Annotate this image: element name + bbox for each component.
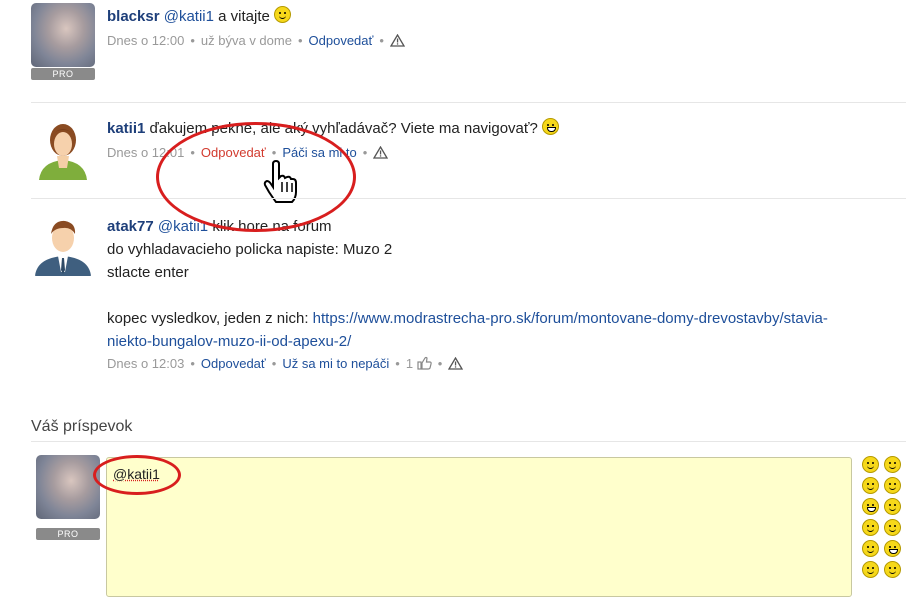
comment-3-unlike-link[interactable]: Už sa mi to nepáči: [282, 356, 389, 371]
comment-1-body: blacksr @katii1 a vitajte: [107, 6, 291, 25]
comment-1-reply-link[interactable]: Odpovedať: [309, 33, 374, 48]
warning-icon[interactable]: [373, 146, 388, 162]
forum-link-continued[interactable]: niekto-bungalov-muzo-ii-od-apexu-2/: [107, 333, 351, 350]
comment-3-line-2: do vyhladavacieho policka napiste: Muzo …: [107, 238, 897, 261]
tongue-smiley-icon[interactable]: [884, 477, 901, 494]
comment-3-meta: Dnes o 12:03 • Odpovedať • Už sa mi to nepáč…: [107, 356, 463, 373]
divider: [31, 198, 906, 199]
avatar-atak77[interactable]: [31, 212, 95, 276]
comment-3-reply-link[interactable]: Odpovedať: [201, 356, 266, 371]
laugh-smiley-icon[interactable]: [884, 561, 901, 578]
angry-smiley-icon[interactable]: [862, 498, 879, 515]
avatar-katii1[interactable]: [31, 116, 95, 180]
neutral-smiley-icon[interactable]: [862, 540, 879, 557]
sad-smiley-icon[interactable]: [862, 477, 879, 494]
comment-1-time: Dnes o 12:00: [107, 33, 184, 48]
thumbs-up-icon: [417, 356, 432, 373]
comment-1-mention[interactable]: @katii1: [164, 8, 214, 25]
warning-icon[interactable]: [448, 357, 463, 373]
smiley-icon: [274, 6, 291, 23]
avatar-blacksr[interactable]: [31, 3, 95, 67]
pro-badge: PRO: [36, 528, 100, 540]
like-count: 1: [406, 356, 413, 371]
divider: [31, 441, 906, 442]
comment-1-extra: už býva v dome: [201, 33, 292, 48]
cool-smiley-icon[interactable]: [884, 498, 901, 515]
comment-3-time: Dnes o 12:03: [107, 356, 184, 371]
reply-textarea[interactable]: @katii1: [106, 457, 852, 597]
surprised-smiley-icon[interactable]: [862, 519, 879, 536]
smiley-icon[interactable]: [862, 456, 879, 473]
comment-2-author[interactable]: katii1: [107, 120, 145, 137]
comment-1-author[interactable]: blacksr: [107, 8, 160, 25]
annotation-ellipse-mention: [93, 455, 181, 495]
blush-smiley-icon[interactable]: [862, 561, 879, 578]
pro-badge: PRO: [31, 68, 95, 80]
divider: [31, 102, 906, 103]
warning-icon[interactable]: [390, 34, 405, 50]
comment-1-text: a vitajte: [218, 8, 270, 25]
grin-smiley-icon: [542, 118, 559, 135]
comment-3-line-3: stlacte enter: [107, 261, 897, 284]
comment-3-author[interactable]: atak77: [107, 218, 154, 235]
comment-3-body: atak77 @katii1 klik hore na forum do vyh…: [107, 215, 897, 353]
comment-3-line-4: kopec vysledkov, jeden z nich: https://w…: [107, 307, 897, 330]
grin-smiley-icon[interactable]: [884, 540, 901, 557]
shocked-smiley-icon[interactable]: [884, 519, 901, 536]
annotation-ellipse-reply: [156, 122, 356, 232]
comment-3-link-prefix: kopec vysledkov, jeden z nich:: [107, 310, 309, 327]
forum-link[interactable]: https://www.modrastrecha-pro.sk/forum/mo…: [313, 310, 828, 327]
reply-section-title: Váš príspevok: [31, 418, 132, 436]
comment-2-body: katii1 ďakujem pekne, ale aký vyhľadávač…: [107, 118, 559, 137]
comment-1-meta: Dnes o 12:00 • už býva v dome • Odpovedať •: [107, 33, 405, 50]
wink-smiley-icon[interactable]: [884, 456, 901, 473]
avatar-current-user[interactable]: [36, 455, 100, 519]
